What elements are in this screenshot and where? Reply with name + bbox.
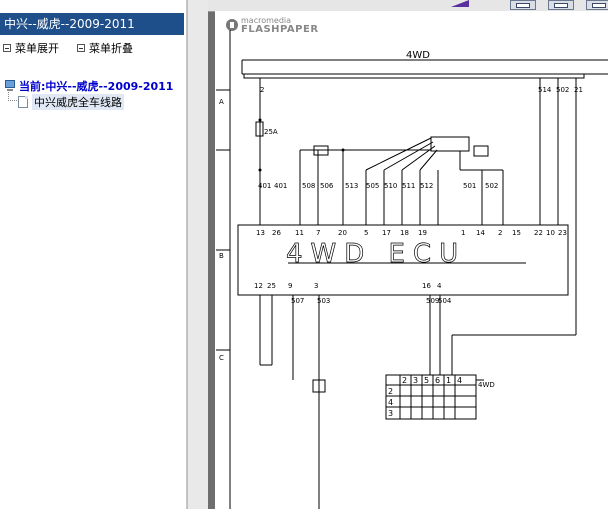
ecu-bottom-pin-labels: 12 25 9 3 16 4 bbox=[254, 282, 442, 290]
ecu-top-pin-2: 11 bbox=[295, 229, 304, 237]
left-tick-c: C bbox=[219, 354, 224, 362]
ecu-top-wire-4: 513 bbox=[345, 182, 358, 190]
ecu-top-pin-6: 17 bbox=[382, 229, 391, 237]
page-icon bbox=[592, 3, 606, 8]
ecu-top-wire-labels: 401 401 508 506 513 505 510 511 512 501 502 bbox=[258, 182, 498, 190]
switch-row-labels: 2 4 3 bbox=[388, 387, 393, 418]
switch-col-1: 3 bbox=[413, 376, 418, 385]
expand-menu-label: 菜单展开 bbox=[15, 42, 59, 55]
bottom-wire-3: 504 bbox=[438, 297, 452, 305]
ecu-top-pin-5: 5 bbox=[364, 229, 368, 237]
ecu-top-pin-15: 23 bbox=[558, 229, 567, 237]
tree-child-label: 中兴威虎全车线路 bbox=[32, 94, 124, 110]
ecu-top-wire-8: 512 bbox=[420, 182, 433, 190]
ecu-top-pin-labels: 13 26 11 7 20 5 17 18 19 1 14 2 15 22 10 23 bbox=[256, 229, 567, 237]
ecu-top-pin-12: 15 bbox=[512, 229, 521, 237]
ecu-bottom-pin-5: 4 bbox=[437, 282, 442, 290]
wiring-diagram: 4WD 2 514 502 21 25A A B C 4WD ECU 401 40… bbox=[216, 30, 608, 509]
collapse-menu-label: 菜单折叠 bbox=[89, 42, 133, 55]
ecu-top-pin-1: 26 bbox=[272, 229, 281, 237]
document-icon bbox=[18, 96, 28, 108]
ecu-top-pin-9: 1 bbox=[461, 229, 465, 237]
toolbar-button-3[interactable] bbox=[586, 0, 608, 10]
ecu-top-wire-5: 505 bbox=[366, 182, 379, 190]
collapse-menu-button[interactable]: 菜单折叠 bbox=[77, 40, 133, 56]
switch-row-1: 4 bbox=[388, 398, 393, 407]
ecu-top-wire-10: 502 bbox=[485, 182, 498, 190]
left-tick-a: A bbox=[219, 98, 224, 106]
ecu-bottom-pin-3: 3 bbox=[314, 282, 318, 290]
ecu-bottom-pin-0: 12 bbox=[254, 282, 263, 290]
top-wire-21: 21 bbox=[574, 86, 583, 94]
ecu-top-wire-2: 508 bbox=[302, 182, 315, 190]
ecu-bottom-pin-4: 16 bbox=[422, 282, 431, 290]
ecu-bottom-pin-2: 9 bbox=[288, 282, 292, 290]
ecu-top-wire-9: 501 bbox=[463, 182, 476, 190]
left-tick-b: B bbox=[219, 252, 224, 260]
collapse-icon bbox=[77, 44, 85, 52]
switch-label: 4WD bbox=[478, 381, 495, 389]
toolbar-button-1[interactable] bbox=[510, 0, 536, 10]
bottom-wire-1: 503 bbox=[317, 297, 330, 305]
bus-label: 4WD bbox=[406, 50, 430, 61]
page-icon bbox=[516, 3, 530, 8]
tree-child-item[interactable]: 中兴威虎全车线路 bbox=[10, 94, 124, 110]
bottom-wire-0: 507 bbox=[291, 297, 304, 305]
ecu-top-pin-14: 10 bbox=[546, 229, 555, 237]
ecu-top-wire-6: 510 bbox=[384, 182, 397, 190]
switch-row-0: 2 bbox=[388, 387, 393, 396]
viewer-tab-marker bbox=[451, 0, 469, 7]
expand-icon bbox=[3, 44, 11, 52]
ecu-top-wire-3: 506 bbox=[320, 182, 334, 190]
switch-row-2: 3 bbox=[388, 409, 393, 418]
tree-root-item[interactable]: 当前:中兴--威虎--2009-2011 bbox=[4, 78, 173, 94]
top-wire-514: 514 bbox=[538, 86, 552, 94]
ecu-top-pin-11: 2 bbox=[498, 229, 502, 237]
top-wire-2: 2 bbox=[260, 86, 264, 94]
ecu-top-wire-7: 511 bbox=[402, 182, 415, 190]
ecu-top-wire-0: 401 bbox=[258, 182, 271, 190]
toolbar-button-2[interactable] bbox=[548, 0, 574, 10]
ecu-top-pin-10: 14 bbox=[476, 229, 485, 237]
switch-col-4: 1 bbox=[446, 376, 451, 385]
switch-col-2: 5 bbox=[424, 376, 429, 385]
ecu-label: 4WD ECU bbox=[286, 239, 466, 269]
top-wire-502: 502 bbox=[556, 86, 569, 94]
splitter-bar[interactable] bbox=[187, 0, 209, 509]
ecu-top-pin-0: 13 bbox=[256, 229, 265, 237]
fuse-label: 25A bbox=[264, 128, 278, 136]
ecu-top-wire-1: 401 bbox=[274, 182, 287, 190]
ecu-top-pin-7: 18 bbox=[400, 229, 409, 237]
switch-col-3: 6 bbox=[435, 376, 440, 385]
ecu-top-pin-8: 19 bbox=[418, 229, 427, 237]
ecu-bottom-pin-1: 25 bbox=[267, 282, 276, 290]
switch-col-0: 2 bbox=[402, 376, 407, 385]
switch-col-5: 4 bbox=[457, 376, 462, 385]
left-panel: 中兴--威虎--2009-2011 菜单展开 菜单折叠 当前:中兴--威虎--2… bbox=[0, 0, 187, 509]
panel-title: 中兴--威虎--2009-2011 bbox=[0, 13, 184, 35]
tree-root-label: 当前:中兴--威虎--2009-2011 bbox=[19, 80, 174, 93]
ecu-top-pin-13: 22 bbox=[534, 229, 543, 237]
ecu-top-pin-3: 7 bbox=[316, 229, 320, 237]
expand-menu-button[interactable]: 菜单展开 bbox=[3, 40, 59, 56]
page-icon bbox=[554, 3, 568, 8]
bottom-wire-labels: 507 503 509504 bbox=[291, 297, 452, 305]
ecu-top-pin-4: 20 bbox=[338, 229, 347, 237]
